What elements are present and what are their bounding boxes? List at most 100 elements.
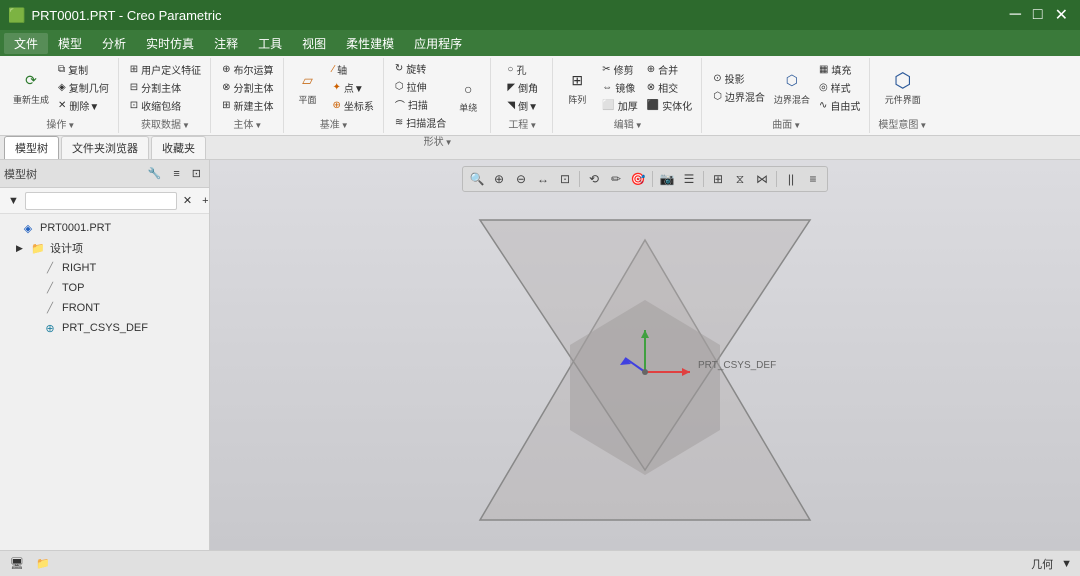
ribbon-btn-project[interactable]: ⊙投影 xyxy=(710,70,768,87)
ribbon-btn-csys[interactable]: ⊕坐标系 xyxy=(330,97,377,114)
ribbon-btn-delete[interactable]: ✕删除▼ xyxy=(55,97,112,114)
ribbon-btn-axis[interactable]: ∕轴 xyxy=(330,61,377,78)
vp-btn-select[interactable]: ✏ xyxy=(606,169,626,189)
status-icon-screen[interactable]: 🖥 xyxy=(8,555,26,572)
vp-btn-orient[interactable]: ⋈ xyxy=(752,169,772,189)
ribbon-btn-sweep[interactable]: ⌒扫描 xyxy=(392,96,449,113)
ribbon-btn-bool[interactable]: ⊕布尔运算 xyxy=(219,61,276,78)
ribbon-btn-boundary-blend[interactable]: ⬡边界混合 xyxy=(710,88,768,105)
vp-btn-camera[interactable]: 📷 xyxy=(657,169,677,189)
ribbon-btn-copy-geo[interactable]: ◈复制几何 xyxy=(55,79,112,96)
origin-dot xyxy=(642,369,648,375)
ribbon-col-surf2: ▦填充 ◎样式 ∿自由式 xyxy=(816,61,863,114)
ribbon-group-get-data-label: 获取数据▼ xyxy=(141,116,190,131)
ribbon-btn-intersect[interactable]: ⊗相交 xyxy=(644,79,695,96)
ribbon-btn-style[interactable]: ◎样式 xyxy=(816,79,863,96)
ribbon-btn-boundary-large[interactable]: ⬡ 边界混合 xyxy=(771,67,813,108)
tab-folder-browser[interactable]: 文件夹浏览器 xyxy=(61,136,149,159)
menu-analysis[interactable]: 分析 xyxy=(92,33,136,54)
vp-btn-grid[interactable]: ⊞ xyxy=(708,169,728,189)
vp-btn-menu[interactable]: ≡ xyxy=(803,169,823,189)
ribbon-btn-chamfer[interactable]: ◤倒角 xyxy=(504,79,541,96)
menu-tools[interactable]: 工具 xyxy=(248,33,292,54)
ribbon-btn-trim[interactable]: ✂修剪 xyxy=(599,61,640,78)
ribbon-btn-fillet[interactable]: ◥倒▼ xyxy=(504,97,541,114)
ribbon-btn-solidify[interactable]: ⬛实体化 xyxy=(644,97,695,114)
mirror-icon: ⇔ xyxy=(602,82,612,93)
status-dropdown-arrow[interactable]: ▼ xyxy=(1061,558,1072,570)
comp-interface-icon: ⬡ xyxy=(891,69,915,93)
vp-btn-zoom-box[interactable]: 🔍 xyxy=(467,169,487,189)
ribbon-btn-udf[interactable]: ⊞用户定义特征 xyxy=(127,61,204,78)
tab-model-tree[interactable]: 模型树 xyxy=(4,136,59,159)
menu-flexible[interactable]: 柔性建模 xyxy=(336,33,404,54)
tab-favorites[interactable]: 收藏夹 xyxy=(151,136,206,159)
menu-simulation[interactable]: 实时仿真 xyxy=(136,33,204,54)
vp-btn-display[interactable]: ☰ xyxy=(679,169,699,189)
intersect-icon: ⊗ xyxy=(647,82,655,93)
ribbon-btn-point[interactable]: ✦点▼ xyxy=(330,79,377,96)
ribbon-btn-single[interactable]: ○ 单绕 xyxy=(452,75,484,116)
vp-btn-fit[interactable]: ↔ xyxy=(533,169,553,189)
sweep-label: 扫描 xyxy=(408,97,428,112)
csys-icon: ⊕ xyxy=(333,100,341,111)
maximize-button[interactable]: □ xyxy=(1029,6,1047,24)
vp-btn-zoom-out[interactable]: ⊖ xyxy=(511,169,531,189)
ribbon-group-body-label: 主体▼ xyxy=(233,116,262,131)
ribbon-btn-plane[interactable]: ▱ 平面 xyxy=(292,67,324,108)
left-panel: 模型树 🔧 ≡ ⊡ ▼ ✕ + ◈ PRT0001.PRT ▶ 📁 设计项 xyxy=(0,160,210,550)
ribbon-btn-hole[interactable]: ○孔 xyxy=(504,61,541,78)
close-button[interactable]: ✕ xyxy=(1051,5,1072,25)
ribbon-btn-array[interactable]: ⊞ 阵列 xyxy=(561,67,593,108)
vp-btn-perspective[interactable]: ⧖ xyxy=(730,169,750,189)
ribbon-btn-split-body[interactable]: ⊟分割主体 xyxy=(127,79,204,96)
ribbon-btn-revolve[interactable]: ↻旋转 xyxy=(392,60,449,77)
ribbon-btn-merge[interactable]: ⊕合并 xyxy=(644,61,695,78)
tree-item-design[interactable]: ▶ 📁 设计项 xyxy=(0,238,209,258)
tree-close-search-btn[interactable]: ✕ xyxy=(179,192,196,209)
plane-icon: ▱ xyxy=(296,69,320,93)
vp-btn-pause[interactable]: || xyxy=(781,169,801,189)
tree-item-csys[interactable]: ⊕ PRT_CSYS_DEF xyxy=(0,318,209,338)
tree-item-front[interactable]: ╱ FRONT xyxy=(0,298,209,318)
tree-tool-btn[interactable]: 🔧 xyxy=(144,165,166,182)
ribbon-btn-blend[interactable]: ≋扫描混合 xyxy=(392,114,449,131)
viewport[interactable]: 🔍 ⊕ ⊖ ↔ ⊡ ⟲ ✏ 🎯 📷 ☰ ⊞ ⧖ ⋈ || ≡ xyxy=(210,160,1080,550)
tree-item-prt0001[interactable]: ◈ PRT0001.PRT xyxy=(0,218,209,238)
menu-file[interactable]: 文件 xyxy=(4,33,48,54)
vp-btn-refresh[interactable]: ⊡ xyxy=(555,169,575,189)
ribbon-btn-shrink[interactable]: ⊡收缩包络 xyxy=(127,97,204,114)
ribbon-btn-copy[interactable]: ⧉复制 xyxy=(55,61,112,78)
vp-btn-rotate[interactable]: ⟲ xyxy=(584,169,604,189)
ribbon-btn-thicken[interactable]: ⬜加厚 xyxy=(599,97,640,114)
intersect-label: 相交 xyxy=(658,80,678,95)
chamfer-icon: ◤ xyxy=(507,82,515,93)
vp-btn-zoom-in[interactable]: ⊕ xyxy=(489,169,509,189)
menu-view[interactable]: 视图 xyxy=(292,33,336,54)
ribbon-btn-new-body[interactable]: ⊞新建主体 xyxy=(219,97,276,114)
status-icon-folder[interactable]: 📁 xyxy=(34,555,52,572)
menu-model[interactable]: 模型 xyxy=(48,33,92,54)
bool-label: 布尔运算 xyxy=(234,62,274,77)
ribbon-btn-freestyle[interactable]: ∿自由式 xyxy=(816,97,863,114)
tree-expand-btn[interactable]: ⊡ xyxy=(188,165,205,182)
ribbon-btn-comp-interface[interactable]: ⬡ 元件界面 xyxy=(882,67,924,108)
style-icon: ◎ xyxy=(819,82,828,93)
vp-btn-target[interactable]: 🎯 xyxy=(628,169,648,189)
menu-apps[interactable]: 应用程序 xyxy=(404,33,472,54)
tree-item-right[interactable]: ╱ RIGHT xyxy=(0,258,209,278)
ribbon-btn-split[interactable]: ⊗分割主体 xyxy=(219,79,276,96)
tree-item-top[interactable]: ╱ TOP xyxy=(0,278,209,298)
tree-settings-btn[interactable]: ≡ xyxy=(169,166,183,182)
ribbon-btn-mirror[interactable]: ⇔镜像 xyxy=(599,79,640,96)
solidify-icon: ⬛ xyxy=(647,100,659,111)
tree-filter-btn[interactable]: ▼ xyxy=(4,193,23,209)
menu-annotation[interactable]: 注释 xyxy=(204,33,248,54)
ribbon-btn-fill[interactable]: ▦填充 xyxy=(816,61,863,78)
extrude-icon: ⬡ xyxy=(395,81,404,92)
ribbon-btn-extrude[interactable]: ⬡拉伸 xyxy=(392,78,449,95)
tree-search-input[interactable] xyxy=(25,192,177,210)
minimize-button[interactable]: ─ xyxy=(1006,6,1025,24)
copy-geo-icon: ◈ xyxy=(58,82,66,93)
ribbon-btn-regenerate[interactable]: ⟳ 重新生成 xyxy=(10,67,52,108)
